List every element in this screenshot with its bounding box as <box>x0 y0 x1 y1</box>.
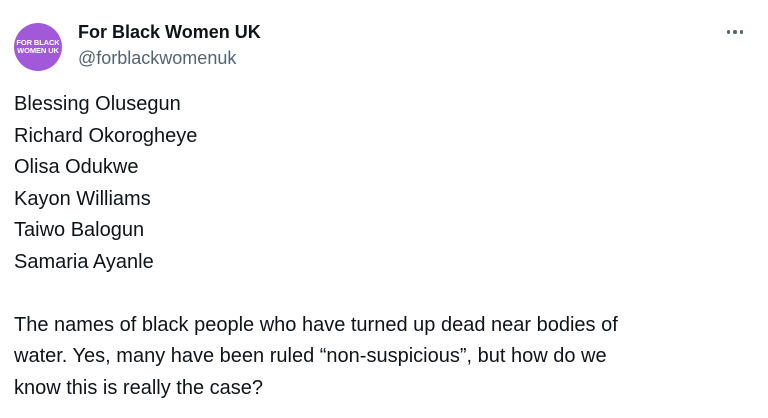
paragraph-line: The names of black people who have turne… <box>14 313 618 336</box>
name-line: Samaria Ayanle <box>14 250 154 273</box>
name-line: Richard Okorogheye <box>14 124 198 147</box>
name-line: Kayon Williams <box>14 187 151 210</box>
name-line: Olisa Odukwe <box>14 156 139 178</box>
avatar-text-line2: WOMEN UK <box>17 46 59 55</box>
name-line: Taiwo Balogun <box>14 219 145 241</box>
paragraph-line: water. Yes, many have been ruled “non-su… <box>14 345 607 367</box>
author-handle[interactable]: @forblackwomenuk <box>78 47 236 69</box>
more-options-icon[interactable] <box>722 24 748 40</box>
tweet: FOR BLACK WOMEN UK For Black Women UK @f… <box>0 0 768 418</box>
dot-icon <box>726 30 731 34</box>
paragraph-line: know this is really the case? <box>14 376 264 399</box>
name-line: Blessing Olusegun <box>14 93 181 115</box>
dot-icon <box>739 30 744 34</box>
dot-icon <box>733 30 737 34</box>
author-display-name[interactable]: For Black Women UK <box>78 21 261 43</box>
avatar[interactable]: FOR BLACK WOMEN UK <box>14 23 62 71</box>
tweet-text: Blessing Olusegun Richard Okorogheye Oli… <box>14 89 734 404</box>
